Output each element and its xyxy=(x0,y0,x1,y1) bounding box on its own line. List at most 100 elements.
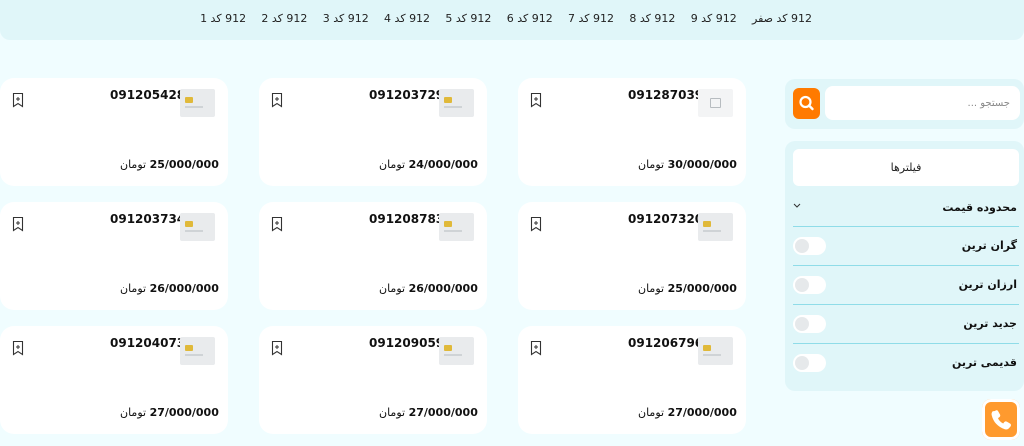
price: 27/000/000 تومان xyxy=(638,406,737,419)
price-amount: 27/000/000 xyxy=(667,406,737,419)
sort-row-newest: جدید ترین xyxy=(793,313,1019,335)
price-currency: تومان xyxy=(120,406,147,419)
sim-card-listing[interactable]: 09120732057 25/000/000 تومان xyxy=(518,202,746,310)
sim-card-listing[interactable]: 09120373491 26/000/000 تومان xyxy=(0,202,228,310)
sim-number: 09120905948 xyxy=(369,336,461,350)
bookmark-icon[interactable] xyxy=(10,92,26,108)
price-amount: 26/000/000 xyxy=(408,282,478,295)
price-currency: تومان xyxy=(638,282,665,295)
tab-code-5[interactable]: 912 کد 5 xyxy=(445,12,491,25)
sim-card-image xyxy=(698,89,733,117)
sort-toggle-cheapest[interactable] xyxy=(793,276,826,294)
sim-card-listing[interactable]: 09120407396 27/000/000 تومان xyxy=(0,326,228,434)
price-currency: تومان xyxy=(379,406,406,419)
sim-number: 09120372936 xyxy=(369,88,461,102)
bookmark-icon[interactable] xyxy=(528,92,544,108)
bookmark-icon[interactable] xyxy=(269,92,285,108)
sim-chip xyxy=(444,221,452,227)
toggle-knob xyxy=(795,239,809,253)
price-amount: 25/000/000 xyxy=(149,158,219,171)
price-amount: 25/000/000 xyxy=(667,282,737,295)
price-amount: 26/000/000 xyxy=(149,282,219,295)
bookmark-icon[interactable] xyxy=(269,216,285,232)
price: 25/000/000 تومان xyxy=(120,158,219,171)
price-range-dropdown[interactable]: محدوده قیمت xyxy=(793,197,1019,219)
sim-card-image xyxy=(180,337,215,365)
sim-card-listing[interactable]: 09120679661 27/000/000 تومان xyxy=(518,326,746,434)
price-currency: تومان xyxy=(120,282,147,295)
tab-code-7[interactable]: 912 کد 7 xyxy=(568,12,614,25)
bookmark-icon[interactable] xyxy=(10,340,26,356)
sort-row-oldest: قدیمی ترین xyxy=(793,352,1019,374)
card-line xyxy=(444,354,462,356)
sim-chip xyxy=(703,345,711,351)
tab-code-6[interactable]: 912 کد 6 xyxy=(507,12,553,25)
search-button[interactable] xyxy=(793,88,820,119)
divider xyxy=(793,226,1019,227)
sim-number: 09120373491 xyxy=(110,212,202,226)
sim-card-listing[interactable]: 09128703906 30/000/000 تومان xyxy=(518,78,746,186)
card-line xyxy=(185,230,203,232)
search-icon xyxy=(799,95,814,111)
toggle-knob xyxy=(795,356,809,370)
price-amount: 24/000/000 xyxy=(408,158,478,171)
price: 30/000/000 تومان xyxy=(638,158,737,171)
tab-code-4[interactable]: 912 کد 4 xyxy=(384,12,430,25)
tab-code-9[interactable]: 912 کد 9 xyxy=(691,12,737,25)
sim-card-image xyxy=(180,89,215,117)
price: 27/000/000 تومان xyxy=(120,406,219,419)
image-placeholder-icon xyxy=(710,98,721,108)
price-currency: تومان xyxy=(120,158,147,171)
tab-code-8[interactable]: 912 کد 8 xyxy=(629,12,675,25)
sim-card-image xyxy=(439,89,474,117)
bookmark-icon[interactable] xyxy=(269,340,285,356)
price-amount: 30/000/000 xyxy=(667,158,737,171)
sim-chip xyxy=(703,221,711,227)
sim-card-image xyxy=(180,213,215,241)
bookmark-icon[interactable] xyxy=(10,216,26,232)
sim-card-listing[interactable]: 09120878396 26/000/000 تومان xyxy=(259,202,487,310)
card-line xyxy=(444,106,462,108)
divider xyxy=(793,343,1019,344)
call-button[interactable] xyxy=(982,399,1020,440)
price-currency: تومان xyxy=(638,158,665,171)
sort-row-cheapest: ارزان ترین xyxy=(793,274,1019,296)
sort-toggle-newest[interactable] xyxy=(793,315,826,333)
card-line xyxy=(703,230,721,232)
sim-chip xyxy=(444,97,452,103)
sim-number: 09128703906 xyxy=(628,88,720,102)
price-currency: تومان xyxy=(638,406,665,419)
tab-code-2[interactable]: 912 کد 2 xyxy=(261,12,307,25)
sort-label-oldest: قدیمی ترین xyxy=(951,356,1017,369)
sim-card-image xyxy=(439,213,474,241)
card-line xyxy=(185,354,203,356)
card-line xyxy=(185,106,203,108)
bookmark-icon[interactable] xyxy=(528,216,544,232)
tab-code-0[interactable]: 912 کد صفر xyxy=(752,12,812,25)
sim-number: 09120407396 xyxy=(110,336,202,350)
sim-card-listing[interactable]: 09120372936 24/000/000 تومان xyxy=(259,78,487,186)
sim-chip xyxy=(185,345,193,351)
price: 26/000/000 تومان xyxy=(120,282,219,295)
filters-button[interactable]: فیلترها xyxy=(793,149,1019,186)
price: 24/000/000 تومان xyxy=(379,158,478,171)
tab-code-3[interactable]: 912 کد 3 xyxy=(323,12,369,25)
sim-chip xyxy=(185,97,193,103)
sort-label-newest: جدید ترین xyxy=(963,317,1017,330)
toggle-knob xyxy=(795,278,809,292)
card-line xyxy=(444,230,462,232)
sort-toggle-oldest[interactable] xyxy=(793,354,826,372)
sort-label-expensive: گران ترین xyxy=(961,239,1017,252)
price-currency: تومان xyxy=(379,282,406,295)
phone-icon xyxy=(991,410,1011,430)
search-input[interactable] xyxy=(825,86,1020,120)
sim-card-listing[interactable]: 09120905948 27/000/000 تومان xyxy=(259,326,487,434)
sort-toggle-expensive[interactable] xyxy=(793,237,826,255)
price: 27/000/000 تومان xyxy=(379,406,478,419)
tab-code-1[interactable]: 912 کد 1 xyxy=(200,12,246,25)
bookmark-icon[interactable] xyxy=(528,340,544,356)
divider xyxy=(793,265,1019,266)
sim-card-image xyxy=(698,337,733,365)
sim-card-listing[interactable]: 09120542841 25/000/000 تومان xyxy=(0,78,228,186)
divider xyxy=(793,304,1019,305)
